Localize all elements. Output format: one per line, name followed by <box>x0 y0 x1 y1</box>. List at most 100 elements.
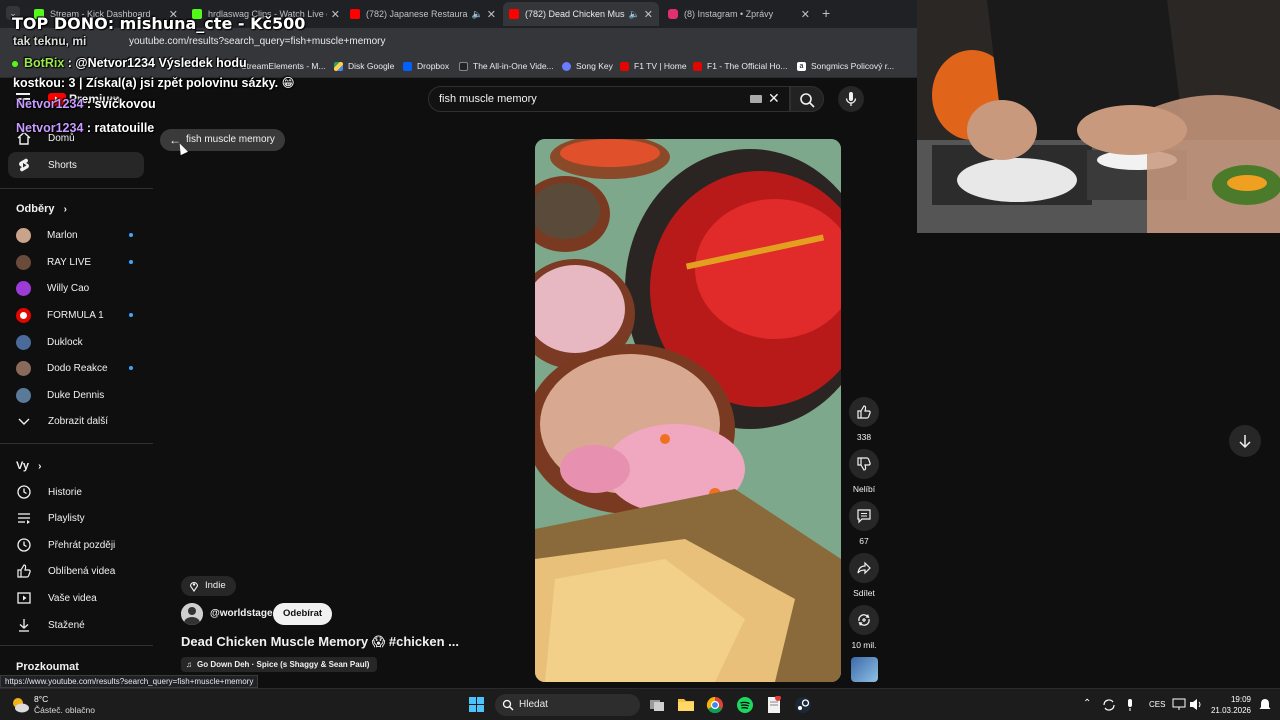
location-chip[interactable]: Indie <box>181 576 236 596</box>
bookmark-f1tv[interactable]: F1 TV | Home <box>620 61 687 71</box>
share-label: Sdílet <box>853 588 875 598</box>
weather-temperature[interactable]: 8°C <box>34 694 48 704</box>
sidebar-item-sub-dodo-reakce[interactable]: Dodo Reakce <box>8 355 144 381</box>
divider <box>0 443 153 444</box>
next-video-button[interactable] <box>1229 425 1261 457</box>
sidebar-item-shorts[interactable]: Shorts <box>8 152 144 178</box>
remix-button[interactable]: 10 mil. <box>849 605 879 650</box>
channel-avatar[interactable] <box>181 603 203 625</box>
search-icon <box>502 699 514 711</box>
music-chip[interactable]: ♫ Go Down Deh · Spice (s Shaggy & Sean P… <box>181 657 378 672</box>
sidebar-show-more[interactable]: Zobrazit další <box>8 408 144 434</box>
file-explorer-icon[interactable] <box>677 696 695 712</box>
subscribe-button[interactable]: Odebírat <box>273 603 333 625</box>
channel-name[interactable]: @worldstage. <box>210 608 275 619</box>
new-content-dot <box>129 233 133 237</box>
volume-icon[interactable] <box>1189 698 1203 711</box>
keyboard-icon[interactable] <box>750 95 762 103</box>
close-tab-icon[interactable]: ✕ <box>801 8 810 21</box>
tab-dead-chicken[interactable]: (782) Dead Chicken Muscle 🔈 ✕ <box>503 2 659 26</box>
you-header[interactable]: Vy › <box>16 460 41 472</box>
speaker-icon[interactable]: 🔈 <box>472 9 483 20</box>
notification-bell-icon[interactable] <box>1259 698 1271 712</box>
sidebar-item-sub-duklock[interactable]: Duklock <box>8 329 144 355</box>
language-indicator[interactable]: CES <box>1149 700 1165 709</box>
clock-icon <box>16 537 32 553</box>
sidebar-item-liked-videos[interactable]: Oblíbená videa <box>8 558 144 584</box>
sidebar-item-sub-formula1[interactable]: FORMULA 1 <box>8 302 144 328</box>
share-button[interactable]: Sdílet <box>849 553 879 598</box>
weather-description[interactable]: Částeč. oblačno <box>34 705 95 715</box>
tab-japanese-restaurant[interactable]: (782) Japanese Restaurant 🔈 ✕ <box>344 4 502 24</box>
bookmark-disk-google[interactable]: Disk Google <box>334 61 394 71</box>
sound-thumbnail[interactable] <box>851 657 878 682</box>
url-text[interactable]: youtube.com/results?search_query=fish+mu… <box>129 36 386 47</box>
bookmark-streamelements[interactable]: StreamElements - M... <box>241 61 326 71</box>
sidebar-item-your-videos[interactable]: Vaše videa <box>8 585 144 611</box>
avatar <box>16 227 31 243</box>
windows-start-icon[interactable] <box>469 697 485 713</box>
sidebar-item-sub-duke-dennis[interactable]: Duke Dennis <box>8 382 144 408</box>
music-note-icon: ♫ <box>186 660 192 669</box>
chevron-down-icon <box>16 413 32 429</box>
comments-button[interactable]: 67 <box>849 501 879 546</box>
network-icon[interactable] <box>1172 698 1186 711</box>
chat-message: BotRix : @Netvor1234 Výsledek hodu <box>12 56 247 70</box>
microphone-icon[interactable] <box>1124 698 1136 712</box>
dislike-button[interactable]: Nelíbí <box>849 449 879 494</box>
bookmark-song-key[interactable]: Song Key <box>562 61 613 71</box>
notepad-icon[interactable] <box>767 696 781 714</box>
clock-time[interactable]: 19:09 <box>1205 695 1251 704</box>
search-input[interactable]: fish muscle memory ✕ <box>428 86 790 112</box>
like-count: 338 <box>856 432 872 442</box>
sync-icon[interactable] <box>1102 698 1116 712</box>
close-tab-icon[interactable]: ✕ <box>331 8 340 21</box>
bookmark-dropbox[interactable]: Dropbox <box>403 61 449 71</box>
webcam-feed <box>917 0 1280 233</box>
chat-nick: BotRix <box>24 56 65 70</box>
chat-text: : ratatouille <box>83 121 155 135</box>
google-drive-icon <box>334 61 343 71</box>
clear-search-icon[interactable]: ✕ <box>768 90 780 107</box>
new-tab-button[interactable]: + <box>822 5 830 21</box>
bookmark-songmics[interactable]: a Songmics Policový r... <box>797 61 894 71</box>
sidebar-item-sub-willy-cao[interactable]: Willy Cao <box>8 275 144 301</box>
video-title[interactable]: Dead Chicken Muscle Memory 😱 #chicken ..… <box>181 634 459 650</box>
voice-search-button[interactable] <box>838 86 864 112</box>
sidebar-item-downloads[interactable]: Stažené <box>8 612 144 638</box>
like-button[interactable]: 338 <box>849 397 879 442</box>
sidebar-item-sub-ray-live[interactable]: RAY LIVE <box>8 249 144 275</box>
chevron-up-icon[interactable]: ⌃ <box>1083 698 1091 709</box>
close-tab-icon[interactable]: ✕ <box>487 8 496 21</box>
new-content-dot <box>129 313 133 317</box>
sidebar-item-watch-later[interactable]: Přehrát později <box>8 532 144 558</box>
f1-icon <box>693 61 702 71</box>
task-view-icon[interactable] <box>649 697 665 713</box>
search-button[interactable] <box>790 86 824 112</box>
history-icon <box>16 484 32 500</box>
clock-date[interactable]: 21.03.2026 <box>1205 706 1251 715</box>
shorts-video-player[interactable] <box>535 139 841 682</box>
weather-icon[interactable] <box>10 695 30 715</box>
subscriptions-header[interactable]: Odběry › <box>16 203 67 215</box>
chevron-right-icon: › <box>38 461 42 472</box>
playlist-icon <box>16 510 32 526</box>
comment-icon <box>849 501 879 531</box>
taskbar-search[interactable]: Hledat <box>495 694 640 716</box>
tab-instagram[interactable]: (8) Instagram • Zprávy ✕ <box>662 4 816 24</box>
tab-label: (782) Japanese Restaurant <box>366 9 468 19</box>
speaker-icon[interactable]: 🔈 <box>629 9 640 20</box>
chrome-icon[interactable] <box>706 696 724 714</box>
sidebar-item-sub-marlon[interactable]: Marlon <box>8 222 144 248</box>
video-app-icon <box>459 61 468 71</box>
bookmark-all-in-one[interactable]: The All-in-One Vide... <box>459 61 554 71</box>
spotify-icon[interactable] <box>736 696 754 714</box>
sidebar-item-history[interactable]: Historie <box>8 479 144 505</box>
badge-icon <box>12 60 18 67</box>
video-frame <box>535 139 841 682</box>
sidebar-item-playlists[interactable]: Playlisty <box>8 505 144 531</box>
divider <box>0 645 153 646</box>
bookmark-f1-official[interactable]: F1 - The Official Ho... <box>693 61 787 71</box>
close-tab-icon[interactable]: ✕ <box>644 8 653 21</box>
steam-icon[interactable] <box>794 696 812 714</box>
